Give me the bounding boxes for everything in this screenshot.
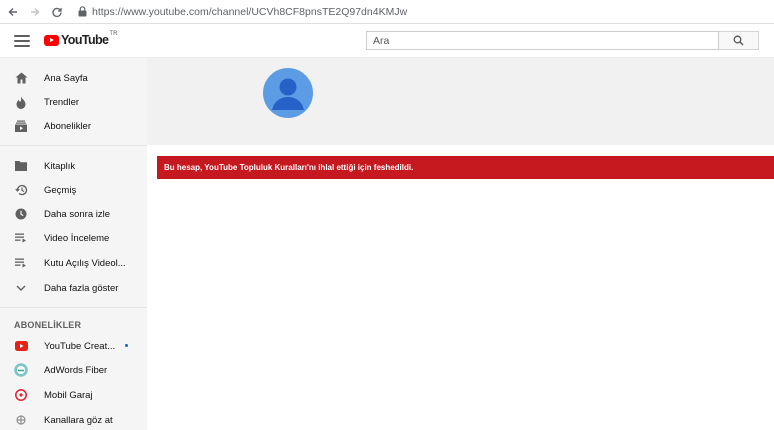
browser-toolbar: https://www.youtube.com/channel/UCVh8CF8…	[0, 0, 774, 24]
sidebar-item-label: Ana Sayfa	[44, 72, 88, 84]
subscription-item-mobil-garaj[interactable]: Mobil Garaj	[0, 383, 147, 407]
channel-header	[147, 58, 774, 145]
subscription-item-browse-channels[interactable]: Kanallara göz at	[0, 408, 147, 430]
alert-text: Bu hesap, YouTube Topluluk Kuralları'nı …	[164, 163, 414, 172]
sidebar-item-label: Geçmiş	[44, 184, 77, 196]
sidebar-item-label: Video İnceleme	[44, 232, 110, 244]
forward-arrow-icon[interactable]	[26, 3, 44, 21]
sidebar-item-subscriptions[interactable]: Abonelikler	[0, 114, 147, 138]
sidebar-item-library[interactable]: Kitaplık	[0, 154, 147, 178]
search-icon	[733, 35, 744, 46]
trending-icon	[14, 95, 28, 109]
sidebar-item-playlist-kutu-acilis[interactable]: Kutu Açılış Videol...	[0, 251, 147, 275]
sidebar-item-label: AdWords Fiber	[44, 364, 108, 376]
sidebar-item-label: Mobil Garaj	[44, 389, 93, 401]
mobil-garaj-icon	[14, 388, 28, 402]
logo-country-code: TR	[109, 31, 118, 37]
search-button[interactable]	[719, 31, 759, 50]
account-terminated-alert: Bu hesap, YouTube Topluluk Kuralları'nı …	[157, 156, 774, 179]
subscription-item-youtube-creators[interactable]: YouTube Creat...	[0, 334, 147, 358]
chevron-down-icon	[14, 281, 28, 295]
reload-icon[interactable]	[48, 3, 66, 21]
sidebar-item-label: Kutu Açılış Videol...	[44, 257, 126, 269]
youtube-logo[interactable]: YouTube TR	[44, 31, 118, 47]
sidebar-item-label: Kanallara göz at	[44, 414, 113, 426]
youtube-play-icon	[44, 34, 59, 46]
hamburger-menu-icon[interactable]	[12, 32, 32, 50]
new-content-dot	[125, 344, 128, 347]
watch-later-icon	[14, 207, 28, 221]
sidebar: Ana Sayfa Trendler Abonelikler Kitaplık …	[0, 58, 147, 430]
sidebar-item-playlist-video-inceleme[interactable]: Video İnceleme	[0, 226, 147, 250]
subscriptions-icon	[14, 119, 28, 133]
sidebar-divider	[0, 145, 147, 146]
channel-avatar	[263, 68, 313, 118]
playlist-icon	[14, 231, 28, 245]
home-icon	[14, 71, 28, 85]
playlist-icon	[14, 256, 28, 270]
adwords-fiber-icon	[14, 363, 28, 377]
back-arrow-icon[interactable]	[4, 3, 22, 21]
lock-icon	[76, 5, 88, 19]
browse-channels-icon	[14, 413, 28, 427]
history-icon	[14, 183, 28, 197]
subscriptions-section-title: ABONELİKLER	[14, 320, 82, 330]
sidebar-item-label: Daha sonra izle	[44, 208, 111, 220]
library-icon	[14, 159, 28, 173]
default-avatar-icon	[272, 78, 304, 110]
sidebar-item-show-more[interactable]: Daha fazla göster	[0, 276, 147, 300]
sidebar-item-label: Abonelikler	[44, 120, 91, 132]
sidebar-item-history[interactable]: Geçmiş	[0, 178, 147, 202]
sidebar-item-label: YouTube Creat...	[44, 340, 116, 352]
address-bar[interactable]: https://www.youtube.com/channel/UCVh8CF8…	[92, 6, 407, 18]
sidebar-item-watch-later[interactable]: Daha sonra izle	[0, 202, 147, 226]
sidebar-item-trending[interactable]: Trendler	[0, 90, 147, 114]
logo-text: YouTube	[61, 33, 109, 47]
sidebar-item-home[interactable]: Ana Sayfa	[0, 66, 147, 90]
sidebar-item-label: Daha fazla göster	[44, 282, 119, 294]
subscription-item-adwords-fiber[interactable]: AdWords Fiber	[0, 358, 147, 382]
sidebar-item-label: Trendler	[44, 96, 80, 108]
sidebar-item-label: Kitaplık	[44, 160, 76, 172]
youtube-creators-icon	[14, 339, 28, 353]
search-input[interactable]: Ara	[366, 31, 719, 50]
sidebar-divider	[0, 307, 147, 308]
